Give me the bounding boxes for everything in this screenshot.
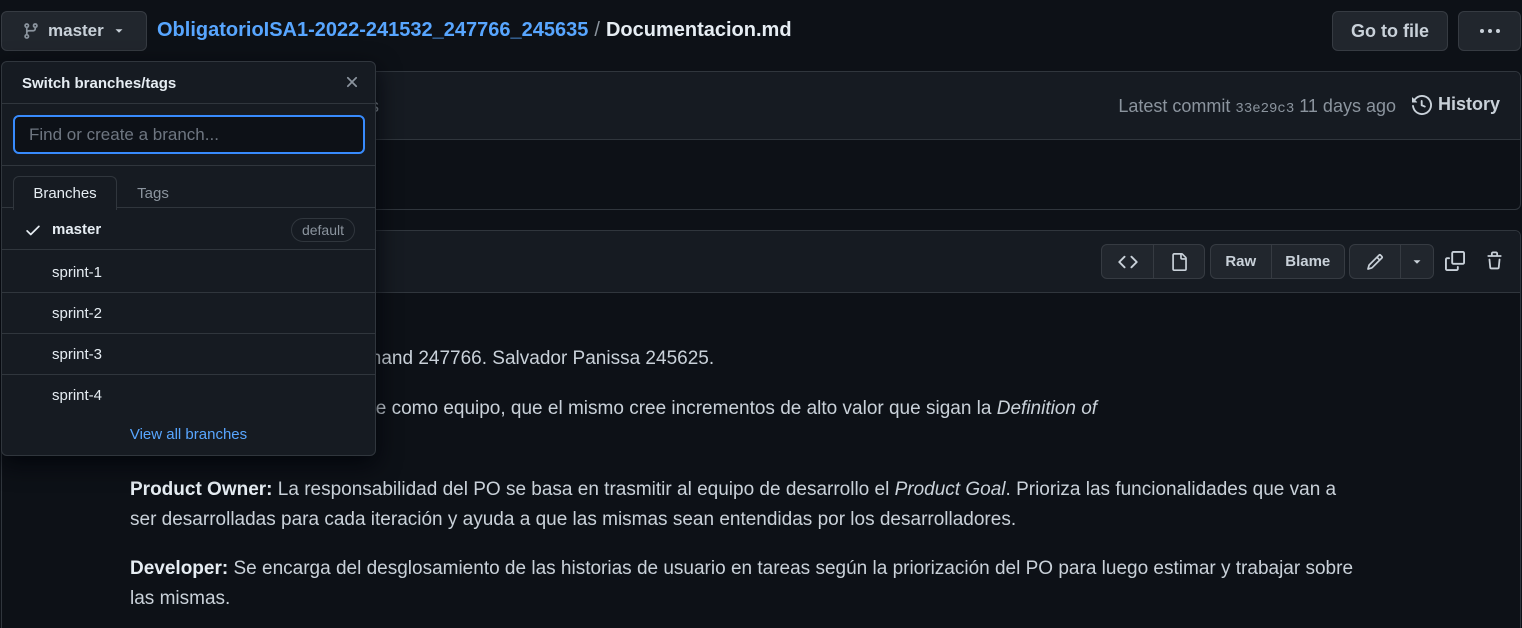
branch-select-button[interactable]: master	[1, 11, 147, 51]
preview-view-button[interactable]	[1153, 245, 1204, 278]
branch-name: sprint-3	[52, 346, 103, 363]
product-owner-paragraph: Product Owner: La responsabilidad del PO…	[130, 475, 1400, 505]
definition-of-emphasis: Definition of	[996, 398, 1098, 419]
branch-item-sprint-2[interactable]: sprint-2	[2, 293, 375, 334]
branch-name: sprint-2	[52, 305, 103, 322]
raw-blame-group: Raw Blame	[1210, 244, 1345, 279]
product-goal-emphasis: Product Goal	[894, 479, 1006, 500]
latest-commit-info: Latest commit 33e29c3 11 days ago	[1118, 96, 1396, 117]
tab-tags[interactable]: Tags	[120, 176, 186, 210]
branch-item-sprint-4[interactable]: sprint-4	[2, 375, 375, 416]
dropdown-title: Switch branches/tags	[22, 75, 177, 92]
x-icon[interactable]	[343, 73, 361, 91]
branch-item-sprint-1[interactable]: sprint-1	[2, 252, 375, 293]
edit-file-button[interactable]	[1350, 245, 1400, 278]
history-link[interactable]: History	[1411, 94, 1500, 115]
history-label: History	[1437, 94, 1500, 114]
branch-select-label: master	[48, 21, 104, 40]
copy-icon	[1445, 251, 1465, 271]
branch-name: master	[52, 221, 102, 238]
branch-item-master[interactable]: master default	[2, 209, 375, 250]
view-toggle-group	[1101, 244, 1205, 279]
go-to-file-button[interactable]: Go to file	[1332, 11, 1448, 51]
history-icon	[1411, 94, 1432, 115]
default-badge: default	[290, 218, 355, 242]
file-icon	[1170, 252, 1188, 272]
dropdown-tabs: Branches Tags	[2, 165, 375, 210]
more-options-button[interactable]	[1458, 11, 1521, 51]
branch-item-sprint-3[interactable]: sprint-3	[2, 334, 375, 375]
copy-raw-button[interactable]	[1444, 250, 1466, 272]
trash-icon	[1485, 251, 1504, 271]
branch-name: sprint-4	[52, 387, 103, 404]
triangle-down-icon	[1410, 255, 1424, 269]
developer-line-2: las mismas.	[130, 588, 231, 609]
pencil-icon	[1366, 253, 1384, 271]
product-owner-label: Product Owner:	[130, 479, 273, 500]
code-icon	[1118, 252, 1138, 272]
check-icon	[24, 221, 42, 239]
code-view-button[interactable]	[1102, 245, 1153, 278]
view-all-branches-link[interactable]: View all branches	[2, 426, 375, 443]
triangle-down-icon	[112, 24, 126, 38]
branch-name: sprint-1	[52, 264, 103, 281]
branch-switcher-dropdown: Switch branches/tags Branches Tags maste…	[1, 61, 376, 456]
blame-button[interactable]: Blame	[1270, 245, 1344, 278]
product-owner-line-2: ser desarrolladas para cada iteración y …	[130, 509, 1017, 530]
product-owner-text-1: La responsabilidad del PO se basa en tra…	[272, 479, 895, 500]
delete-file-button[interactable]	[1483, 250, 1505, 272]
breadcrumb-separator: /	[594, 19, 600, 41]
edit-options-dropdown[interactable]	[1400, 245, 1433, 278]
breadcrumb: ObligatorioISA1-2022-241532_247766_24563…	[157, 19, 792, 42]
product-owner-text-2: . Prioriza las funcionalidades que van a	[1005, 479, 1337, 500]
kebab-horizontal-icon	[1479, 28, 1501, 34]
latest-commit-label: Latest commit	[1118, 96, 1231, 116]
dropdown-header: Switch branches/tags	[2, 62, 375, 104]
developer-paragraph: Developer: Se encarga del desglosamiento…	[130, 554, 1400, 584]
commit-age: 11 days ago	[1299, 96, 1396, 116]
repo-link[interactable]: ObligatorioISA1-2022-241532_247766_24563…	[157, 19, 588, 42]
file-name: Documentacion.md	[605, 19, 792, 41]
edit-group	[1349, 244, 1434, 279]
developer-text: Se encarga del desglosamiento de las his…	[228, 558, 1354, 579]
branch-search-input[interactable]	[13, 115, 365, 154]
raw-button[interactable]: Raw	[1211, 245, 1271, 278]
commit-sha-link[interactable]: 33e29c3	[1235, 101, 1294, 117]
git-branch-icon	[22, 22, 40, 40]
developer-label: Developer:	[130, 558, 229, 579]
tab-branches[interactable]: Branches	[13, 176, 117, 210]
